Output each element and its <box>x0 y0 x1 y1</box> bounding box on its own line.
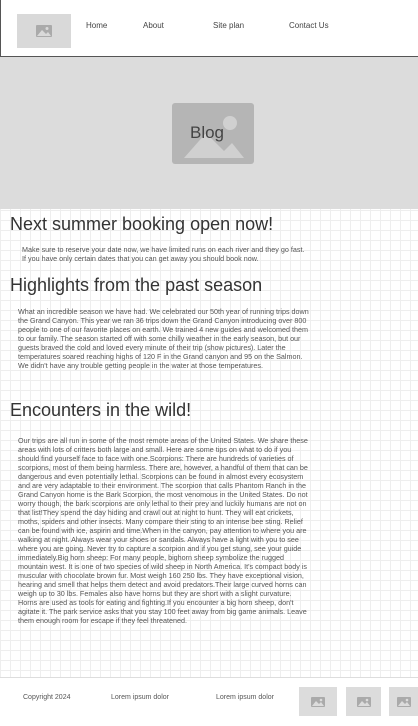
logo-image-placeholder-icon[interactable] <box>17 14 71 48</box>
nav-home-link[interactable]: Home <box>86 21 107 30</box>
footer-text-1: Lorem ipsum dolor <box>111 694 169 701</box>
site-footer: Copyright 2024 Lorem ipsum dolor Lorem i… <box>0 677 418 726</box>
section-heading-highlights: Highlights from the past season <box>10 275 263 295</box>
footer-image-placeholder-icon[interactable] <box>299 687 337 716</box>
site-header: Home About Site plan Contact Us <box>0 0 418 57</box>
hero-banner: Blog <box>0 57 418 209</box>
header-divider <box>0 0 1 57</box>
nav-contact-us-link[interactable]: Contact Us <box>289 21 329 30</box>
section-body-highlights: What an incredible season we have had. W… <box>18 307 309 370</box>
nav-site-plan-link[interactable]: Site plan <box>213 21 244 30</box>
section-body-encounters: Our trips are all run in some of the mos… <box>18 436 308 625</box>
nav-about-link[interactable]: About <box>143 21 164 30</box>
section-body-booking: Make sure to reserve your date now, we h… <box>22 245 305 263</box>
section-heading-encounters: Encounters in the wild! <box>10 400 192 420</box>
hero-title: Blog <box>189 123 225 142</box>
footer-image-placeholder-icon[interactable] <box>389 687 418 716</box>
footer-text-2: Lorem ipsum dolor <box>216 694 274 701</box>
footer-copyright: Copyright 2024 <box>23 694 71 701</box>
footer-image-placeholder-icon[interactable] <box>346 687 381 716</box>
section-heading-booking: Next summer booking open now! <box>10 214 274 234</box>
